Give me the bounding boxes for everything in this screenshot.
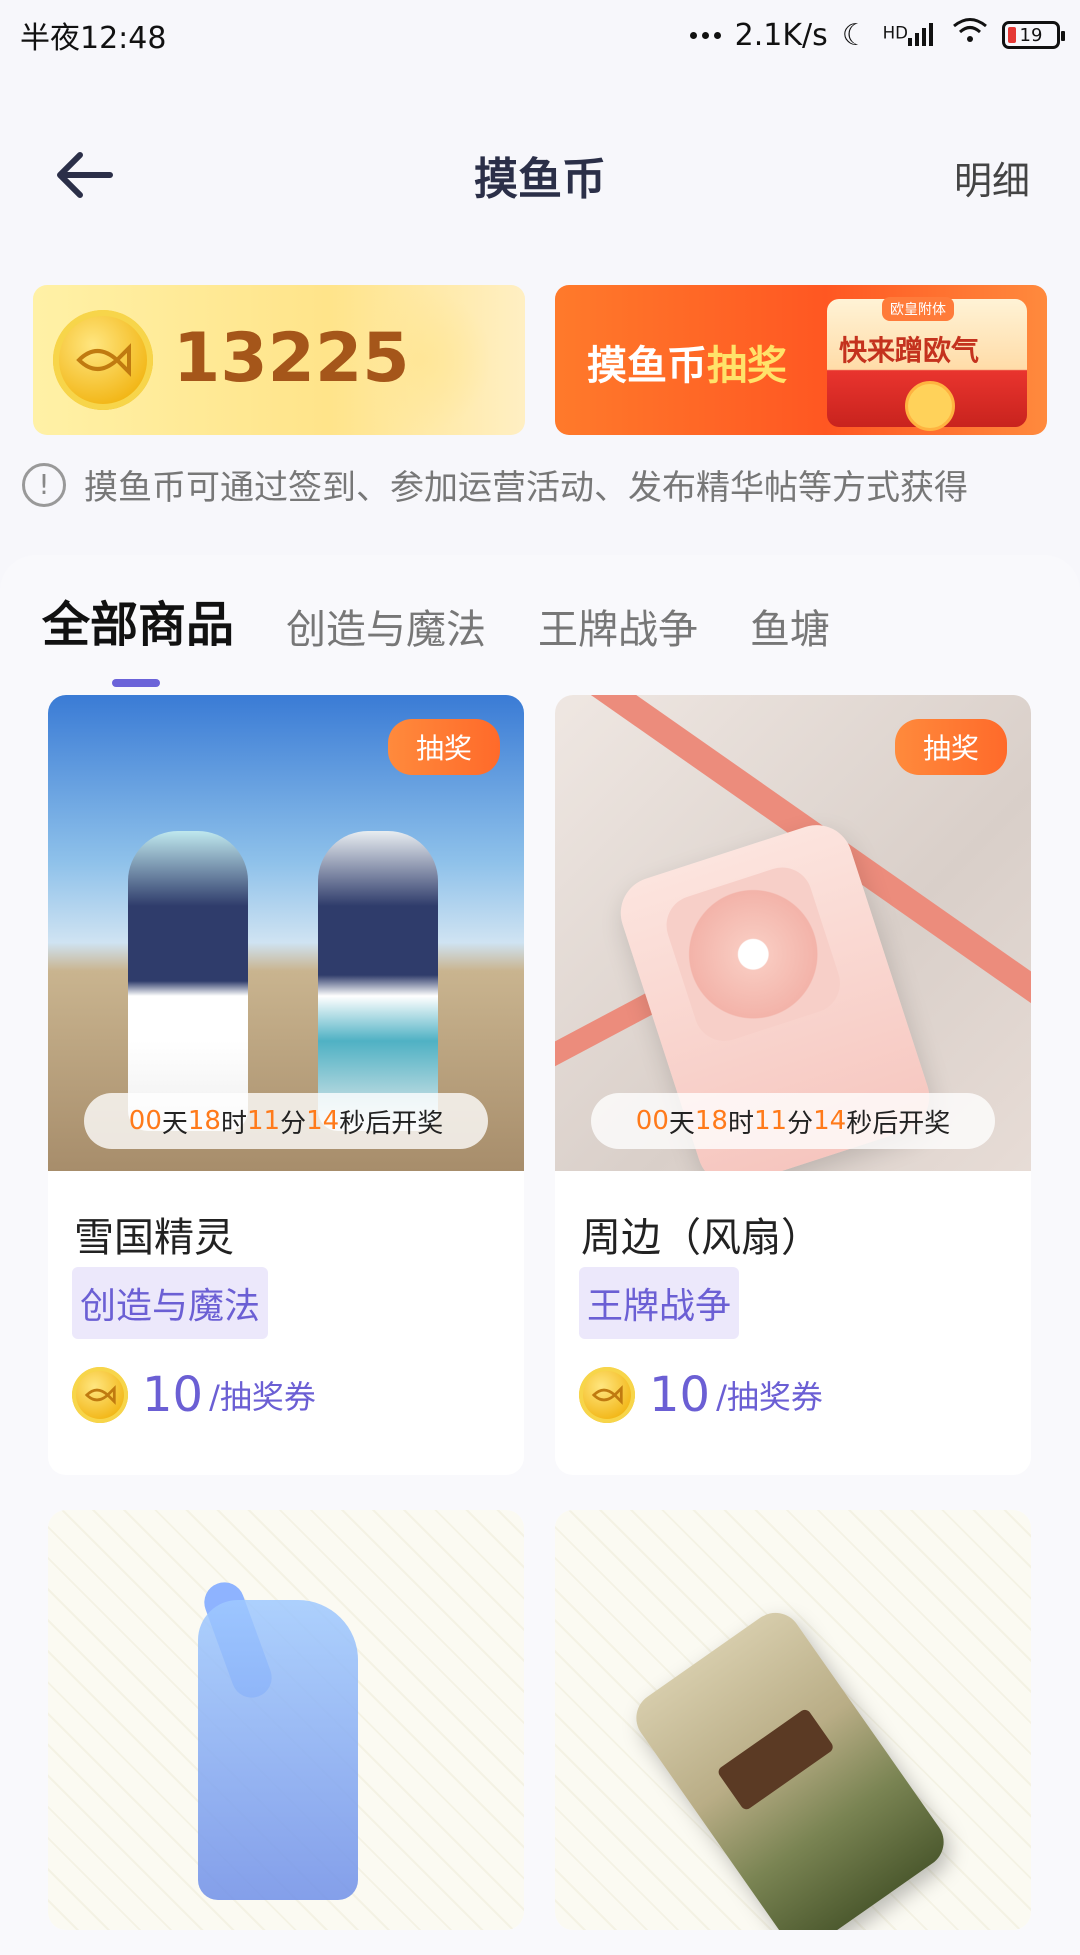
character-figure	[318, 831, 438, 1131]
fish-coin-icon	[53, 310, 153, 410]
deer-figure	[198, 1600, 358, 1900]
status-icons: 2.1K/s ☾ HD 19	[689, 17, 1065, 53]
product-price: 10 /抽奖券	[579, 1367, 823, 1423]
info-icon: !	[22, 462, 66, 507]
product-tag: 王牌战争	[579, 1267, 740, 1339]
info-notice: ! 摸鱼币可通过签到、参加运营活动、发布精华帖等方式获得	[22, 460, 968, 509]
product-image: 抽奖 00 天 18 时 11 分 14 秒后开奖	[48, 695, 524, 1171]
moon-icon: ☾	[841, 17, 869, 53]
character-figure	[128, 831, 248, 1131]
status-bar: 半夜12:48 2.1K/s ☾ HD 19	[0, 0, 1080, 70]
tab-create-magic[interactable]: 创造与魔法	[286, 597, 486, 665]
network-speed: 2.1K/s	[734, 17, 828, 53]
lottery-card: 欧皇附体 快来蹭欧气	[827, 297, 1027, 431]
lottery-card-top: 欧皇附体	[882, 297, 954, 321]
status-time: 半夜12:48	[20, 21, 167, 56]
tab-all[interactable]: 全部商品	[42, 585, 234, 687]
countdown: 00 天 18 时 11 分 14 秒后开奖	[84, 1093, 488, 1149]
product-card[interactable]: 抽奖 00 天 18 时 11 分 14 秒后开奖 雪国精灵 创造与魔法 10 /抽奖券	[48, 695, 524, 1475]
lottery-title: 摸鱼币抽奖	[587, 343, 787, 389]
fan-head	[658, 859, 848, 1049]
price-value: 10	[649, 1367, 711, 1423]
fish-coin-icon	[72, 1367, 128, 1423]
tab-fish-pond[interactable]: 鱼塘	[750, 597, 830, 665]
pistol-icon	[716, 1707, 836, 1812]
tab-underline	[112, 679, 160, 687]
lottery-banner[interactable]: 摸鱼币抽奖 欧皇附体 快来蹭欧气	[555, 285, 1047, 435]
product-card[interactable]	[555, 1510, 1031, 1930]
page-title: 摸鱼币	[474, 154, 606, 205]
product-image	[555, 1510, 1031, 1930]
product-image: 抽奖 00 天 18 时 11 分 14 秒后开奖	[555, 695, 1031, 1171]
banner-row: 13225 摸鱼币抽奖 欧皇附体 快来蹭欧气	[33, 285, 1047, 435]
wifi-icon	[952, 17, 988, 53]
signal-icon: HD	[883, 20, 938, 51]
battery-icon: 19	[1002, 21, 1065, 49]
price-unit: /抽奖券	[716, 1378, 823, 1416]
more-dots-icon	[689, 31, 721, 39]
price-unit: /抽奖券	[209, 1378, 316, 1416]
coin-balance: 13225	[173, 319, 410, 398]
product-card[interactable]: 抽奖 00 天 18 时 11 分 14 秒后开奖 周边（风扇） 王牌战争 10 /抽奖券	[555, 695, 1031, 1475]
product-tag: 创造与魔法	[72, 1267, 269, 1339]
product-name: 周边（风扇）	[581, 1215, 821, 1261]
coin-balance-banner[interactable]: 13225	[33, 285, 525, 435]
weapon-card	[626, 1602, 954, 1930]
fish-coin-icon	[579, 1367, 635, 1423]
category-tabs: 全部商品 创造与魔法 王牌战争 鱼塘	[42, 585, 830, 687]
lottery-badge: 抽奖	[387, 719, 500, 775]
lottery-badge: 抽奖	[894, 719, 1007, 775]
product-card[interactable]	[48, 1510, 524, 1930]
detail-link[interactable]: 明细	[954, 150, 1030, 205]
price-value: 10	[142, 1367, 204, 1423]
tab-ace-war[interactable]: 王牌战争	[538, 597, 698, 665]
gift-icon	[905, 381, 955, 431]
lottery-card-text: 快来蹭欧气	[839, 334, 980, 367]
product-image	[48, 1510, 524, 1930]
nav-bar: 摸鱼币 明细	[0, 110, 1080, 240]
countdown: 00 天 18 时 11 分 14 秒后开奖	[591, 1093, 995, 1149]
notice-text: 摸鱼币可通过签到、参加运营活动、发布精华帖等方式获得	[84, 468, 968, 508]
back-button[interactable]	[50, 140, 120, 210]
product-price: 10 /抽奖券	[72, 1367, 316, 1423]
product-name: 雪国精灵	[74, 1215, 234, 1261]
arrow-left-icon	[57, 152, 113, 198]
